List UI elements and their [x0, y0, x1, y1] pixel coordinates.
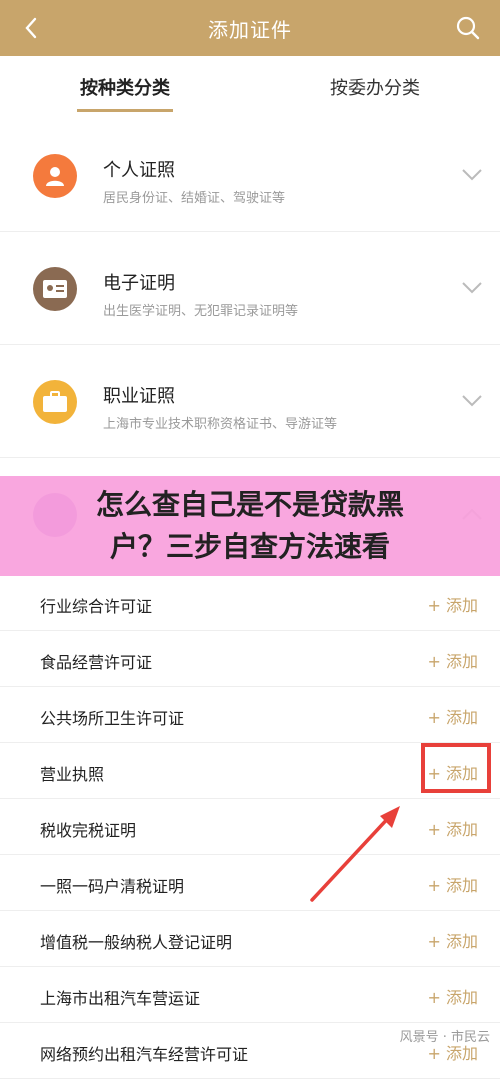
list-item: 增值税一般纳税人登记证明 + 添加 — [0, 911, 500, 967]
item-label: 税收完税证明 — [40, 821, 137, 840]
person-icon — [33, 154, 77, 198]
chevron-down-icon[interactable] — [460, 275, 484, 299]
category-personal[interactable]: 个人证照 居民身份证、结婚证、驾驶证等 — [0, 118, 500, 232]
briefcase-icon — [33, 380, 77, 424]
banner-line-2: 户？三步自查方法速看 — [109, 530, 390, 563]
page-title: 添加证件 — [208, 17, 292, 42]
item-label: 网络预约出租汽车经营许可证 — [40, 1045, 249, 1064]
add-button[interactable]: + 添加 — [428, 648, 479, 672]
add-button[interactable]: + 添加 — [428, 704, 479, 728]
list-item: 公共场所卫生许可证 + 添加 — [0, 687, 500, 743]
tab-by-office[interactable]: 按委办分类 — [250, 56, 500, 118]
add-button[interactable]: + 添加 — [428, 984, 479, 1008]
item-label: 一照一码户清税证明 — [40, 877, 185, 896]
overlay-banner: 怎么查自己是不是贷款黑 户？三步自查方法速看 — [0, 476, 500, 576]
tab-by-type[interactable]: 按种类分类 — [0, 56, 250, 118]
list-item: 税收完税证明 + 添加 — [0, 799, 500, 855]
list-item: 一照一码户清税证明 + 添加 — [0, 855, 500, 911]
watermark: 风景号 · 市民云 — [399, 1030, 490, 1045]
category-tabs: 按种类分类 按委办分类 — [0, 56, 500, 118]
arrow-annotation-icon — [310, 806, 400, 902]
banner-line-1: 怎么查自己是不是贷款黑 — [95, 488, 404, 521]
category-name: 电子证明 — [103, 273, 175, 294]
item-label: 增值税一般纳税人登记证明 — [40, 933, 233, 952]
chevron-left-icon[interactable] — [18, 14, 46, 42]
item-label: 公共场所卫生许可证 — [40, 709, 185, 728]
category-desc: 出生医学证明、无犯罪记录证明等 — [103, 304, 299, 319]
business-license-list: 行业综合许可证 + 添加 食品经营许可证 + 添加 公共场所卫生许可证 + 添加 营业… — [0, 575, 500, 1079]
category-desc: 居民身份证、结婚证、驾驶证等 — [103, 191, 286, 206]
id-card-icon — [33, 267, 77, 311]
item-label: 食品经营许可证 — [40, 653, 153, 672]
list-item: 食品经营许可证 + 添加 — [0, 631, 500, 687]
chevron-down-icon[interactable] — [460, 388, 484, 412]
add-button[interactable]: + 添加 — [428, 928, 479, 952]
item-label: 营业执照 — [40, 765, 105, 784]
chevron-down-icon[interactable] — [460, 162, 484, 186]
list-item: 行业综合许可证 + 添加 — [0, 575, 500, 631]
add-button[interactable]: + 添加 — [428, 816, 479, 840]
search-icon[interactable] — [454, 14, 482, 42]
app-header: 添加证件 — [0, 0, 500, 56]
add-button[interactable]: + 添加 — [428, 592, 479, 616]
category-electronic[interactable]: 电子证明 出生医学证明、无犯罪记录证明等 — [0, 231, 500, 345]
item-label: 行业综合许可证 — [40, 597, 153, 616]
item-label: 上海市出租汽车营运证 — [40, 989, 201, 1008]
category-professional[interactable]: 职业证照 上海市专业技术职称资格证书、导游证等 — [0, 344, 500, 458]
highlight-box — [421, 743, 491, 793]
category-name: 个人证照 — [103, 160, 175, 181]
list-item: 上海市出租汽车营运证 + 添加 — [0, 967, 500, 1023]
category-desc: 上海市专业技术职称资格证书、导游证等 — [103, 417, 338, 432]
category-name: 职业证照 — [103, 386, 175, 407]
add-button[interactable]: + 添加 — [428, 872, 479, 896]
